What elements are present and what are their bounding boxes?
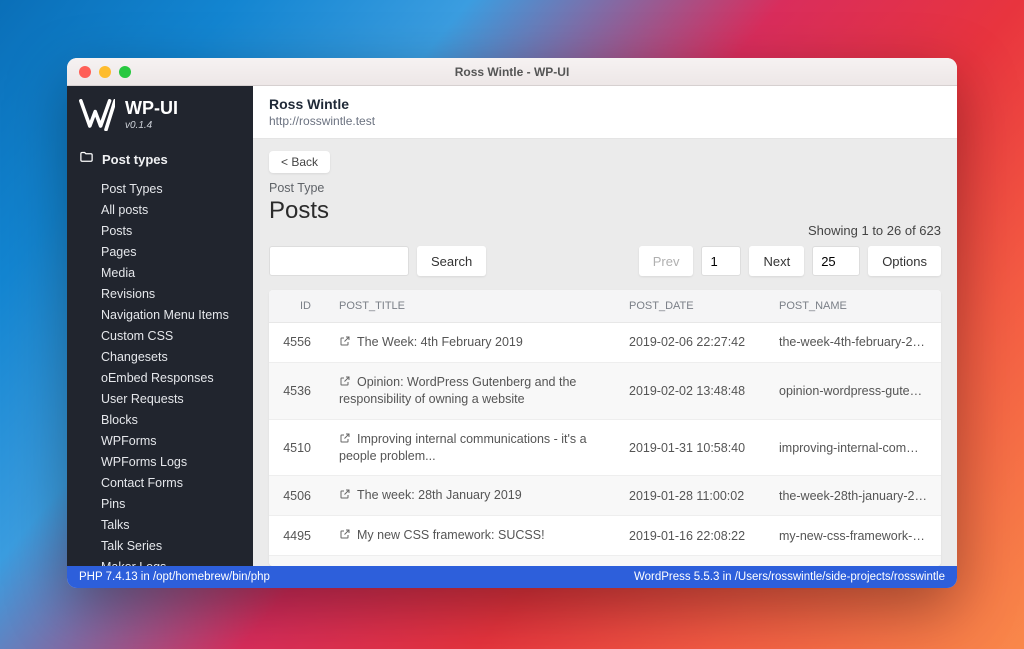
app-logo-icon [79,98,115,132]
col-header-title[interactable]: POST_TITLE [327,290,617,323]
sidebar-item[interactable]: User Requests [67,388,253,409]
cell-name: opinion-wordpress-gutenberg-and-the-resp… [767,362,941,419]
result-count: Showing 1 to 26 of 623 [269,223,941,238]
header: Ross Wintle http://rosswintle.test [253,86,957,139]
col-header-date[interactable]: POST_DATE [617,290,767,323]
cell-title: Not all software development processes a… [327,556,617,566]
sidebar-item[interactable]: Pages [67,241,253,262]
statusbar: PHP 7.4.13 in /opt/homebrew/bin/php Word… [67,566,957,588]
cell-name: not-all-software-development-processes-a… [767,556,941,566]
cell-id: 4536 [269,362,327,419]
toolbar: Search Prev Next Options [269,246,941,276]
col-header-name[interactable]: POST_NAME [767,290,941,323]
prev-button[interactable]: Prev [639,246,694,276]
cell-id: 4556 [269,323,327,363]
cell-name: the-week-4th-february-2019 [767,323,941,363]
table-row[interactable]: 4556The Week: 4th February 20192019-02-0… [269,323,941,363]
sidebar-section-label: Post types [102,152,168,167]
close-icon[interactable] [79,66,91,78]
cell-id: 4495 [269,516,327,556]
sidebar-item[interactable]: Revisions [67,283,253,304]
cell-date: 2019-01-28 11:00:02 [617,476,767,516]
traffic-lights [67,66,131,78]
main: Ross Wintle http://rosswintle.test < Bac… [253,86,957,566]
table-row[interactable]: 4536Opinion: WordPress Gutenberg and the… [269,362,941,419]
external-link-icon[interactable] [339,375,351,387]
cell-name: my-new-css-framework-sucss [767,516,941,556]
cell-name: the-week-28th-january-2019 [767,476,941,516]
sidebar-item[interactable]: All posts [67,199,253,220]
sidebar-nav-list: Post TypesAll postsPostsPagesMediaRevisi… [67,176,253,566]
maximize-icon[interactable] [119,66,131,78]
sidebar-item[interactable]: Posts [67,220,253,241]
minimize-icon[interactable] [99,66,111,78]
sidebar-item[interactable]: Contact Forms [67,472,253,493]
sidebar-item[interactable]: WPForms Logs [67,451,253,472]
back-button[interactable]: < Back [269,151,330,173]
search-input[interactable] [269,246,409,276]
sidebar: WP-UI v0.1.4 Post types Post TypesAll po… [67,86,253,566]
external-link-icon[interactable] [339,528,351,540]
sidebar-item[interactable]: Talk Series [67,535,253,556]
brand-version: v0.1.4 [125,120,178,131]
cell-id: 4506 [269,476,327,516]
cell-title: The week: 28th January 2019 [327,476,617,516]
content: < Back Post Type Posts Showing 1 to 26 o… [253,139,957,566]
page-input[interactable] [701,246,741,276]
col-header-id[interactable]: ID [269,290,327,323]
cell-date: 2019-01-31 10:58:40 [617,419,767,476]
cell-date: 2019-02-06 22:27:42 [617,323,767,363]
cell-title: Opinion: WordPress Gutenberg and the res… [327,362,617,419]
table-row[interactable]: 4506The week: 28th January 20192019-01-2… [269,476,941,516]
window-title: Ross Wintle - WP-UI [67,65,957,79]
sidebar-item[interactable]: Changesets [67,346,253,367]
search-button[interactable]: Search [417,246,486,276]
sidebar-item[interactable]: Media [67,262,253,283]
site-name: Ross Wintle [269,96,941,112]
site-url: http://rosswintle.test [269,114,941,128]
external-link-icon[interactable] [339,488,351,500]
sidebar-item[interactable]: Maker Logs [67,556,253,566]
cell-id: 4510 [269,419,327,476]
external-link-icon[interactable] [339,432,351,444]
table-row[interactable]: 4510Improving internal communications - … [269,419,941,476]
sidebar-item[interactable]: WPForms [67,430,253,451]
sidebar-item[interactable]: Custom CSS [67,325,253,346]
cell-title: My new CSS framework: SUCSS! [327,516,617,556]
sidebar-item[interactable]: oEmbed Responses [67,367,253,388]
titlebar: Ross Wintle - WP-UI [67,58,957,86]
external-link-icon[interactable] [339,335,351,347]
brand-title: WP-UI [125,98,178,119]
brand: WP-UI v0.1.4 [67,86,253,142]
next-button[interactable]: Next [749,246,804,276]
per-page-input[interactable] [812,246,860,276]
table-row[interactable]: 4495My new CSS framework: SUCSS!2019-01-… [269,516,941,556]
sidebar-item[interactable]: Navigation Menu Items [67,304,253,325]
cell-name: improving-internal-communications-its-a-… [767,419,941,476]
sidebar-item[interactable]: Post Types [67,178,253,199]
page-title: Posts [269,197,329,225]
sidebar-item[interactable]: Blocks [67,409,253,430]
breadcrumb: Post Type [269,181,941,195]
folder-icon [79,150,94,168]
table-row[interactable]: 2557Not all software development process… [269,556,941,566]
sidebar-item[interactable]: Talks [67,514,253,535]
cell-date: 2019-01-14 17:11:14 [617,556,767,566]
statusbar-left: PHP 7.4.13 in /opt/homebrew/bin/php [79,571,270,583]
cell-date: 2019-01-16 22:08:22 [617,516,767,556]
options-button[interactable]: Options [868,246,941,276]
app-window: Ross Wintle - WP-UI WP-UI v0.1.4 Post ty… [67,58,957,588]
cell-id: 2557 [269,556,327,566]
sidebar-section-post-types[interactable]: Post types [67,142,253,176]
cell-title: Improving internal communications - it's… [327,419,617,476]
sidebar-item[interactable]: Pins [67,493,253,514]
cell-date: 2019-02-02 13:48:48 [617,362,767,419]
posts-table: ID POST_TITLE POST_DATE POST_NAME 4556Th… [269,290,941,566]
statusbar-right: WordPress 5.5.3 in /Users/rosswintle/sid… [634,571,945,583]
cell-title: The Week: 4th February 2019 [327,323,617,363]
